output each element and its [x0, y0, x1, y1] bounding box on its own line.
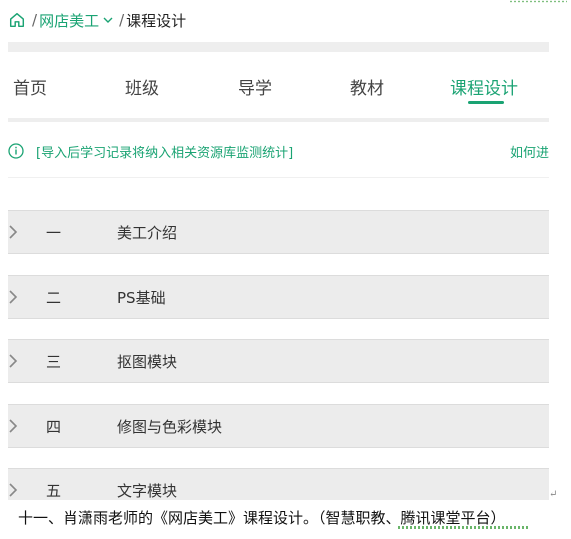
import-notice: [导入后学习记录将纳入相关资源库监测统计] 如何进: [8, 138, 549, 164]
tab-course-design[interactable]: 课程设计: [450, 74, 518, 99]
notice-text: [导入后学习记录将纳入相关资源库监测统计]: [36, 145, 294, 161]
spellcheck-underline: [398, 526, 528, 529]
module-number: 一: [46, 223, 62, 242]
chevron-right-icon[interactable]: [8, 354, 18, 368]
chevron-right-icon[interactable]: [8, 290, 18, 304]
tab-guide[interactable]: 导学: [238, 74, 272, 99]
tabs-divider: [8, 118, 549, 122]
how-to-link[interactable]: 如何进: [510, 142, 549, 161]
chevron-right-icon[interactable]: [8, 483, 18, 497]
tab-class[interactable]: 班级: [125, 74, 159, 99]
module-title[interactable]: PS基础: [117, 287, 166, 308]
decorative-dots: [509, 0, 567, 3]
module-row[interactable]: 一 美工介绍: [8, 210, 549, 254]
breadcrumb-current: 课程设计: [126, 11, 187, 30]
chevron-right-icon[interactable]: [8, 419, 18, 433]
course-tabs: 首页 班级 导学 教材 课程设计: [8, 62, 549, 114]
module-row[interactable]: 二 PS基础: [8, 275, 549, 319]
module-row[interactable]: 三 抠图模块: [8, 339, 549, 383]
chevron-right-icon[interactable]: [8, 225, 18, 239]
module-number: 四: [46, 417, 62, 436]
breadcrumb-separator: /: [32, 11, 38, 29]
tab-home[interactable]: 首页: [13, 74, 47, 99]
info-icon: [8, 143, 24, 159]
breadcrumb: / 网店美工 / 课程设计: [8, 6, 186, 34]
breadcrumb-course-link[interactable]: 网店美工: [39, 10, 99, 31]
active-tab-indicator: [468, 101, 504, 104]
chevron-down-icon[interactable]: [103, 15, 113, 25]
breadcrumb-separator: /: [119, 11, 125, 29]
module-number: 二: [46, 288, 62, 307]
home-icon[interactable]: [8, 11, 26, 29]
paragraph-mark: ↵: [549, 489, 558, 500]
module-title[interactable]: 修图与色彩模块: [117, 416, 222, 437]
module-title[interactable]: 文字模块: [117, 480, 177, 501]
notice-divider: [8, 177, 549, 178]
module-number: 五: [46, 481, 62, 500]
module-title[interactable]: 抠图模块: [117, 351, 177, 372]
tab-textbook[interactable]: 教材: [350, 74, 384, 99]
caption-text: 十一、肖潇雨老师的《网店美工》课程设计。（智慧职教、腾讯课堂平台）: [18, 509, 506, 527]
module-number: 三: [46, 352, 62, 371]
module-title[interactable]: 美工介绍: [117, 222, 177, 243]
module-row[interactable]: 四 修图与色彩模块: [8, 404, 549, 448]
top-divider-bar: [8, 42, 549, 52]
